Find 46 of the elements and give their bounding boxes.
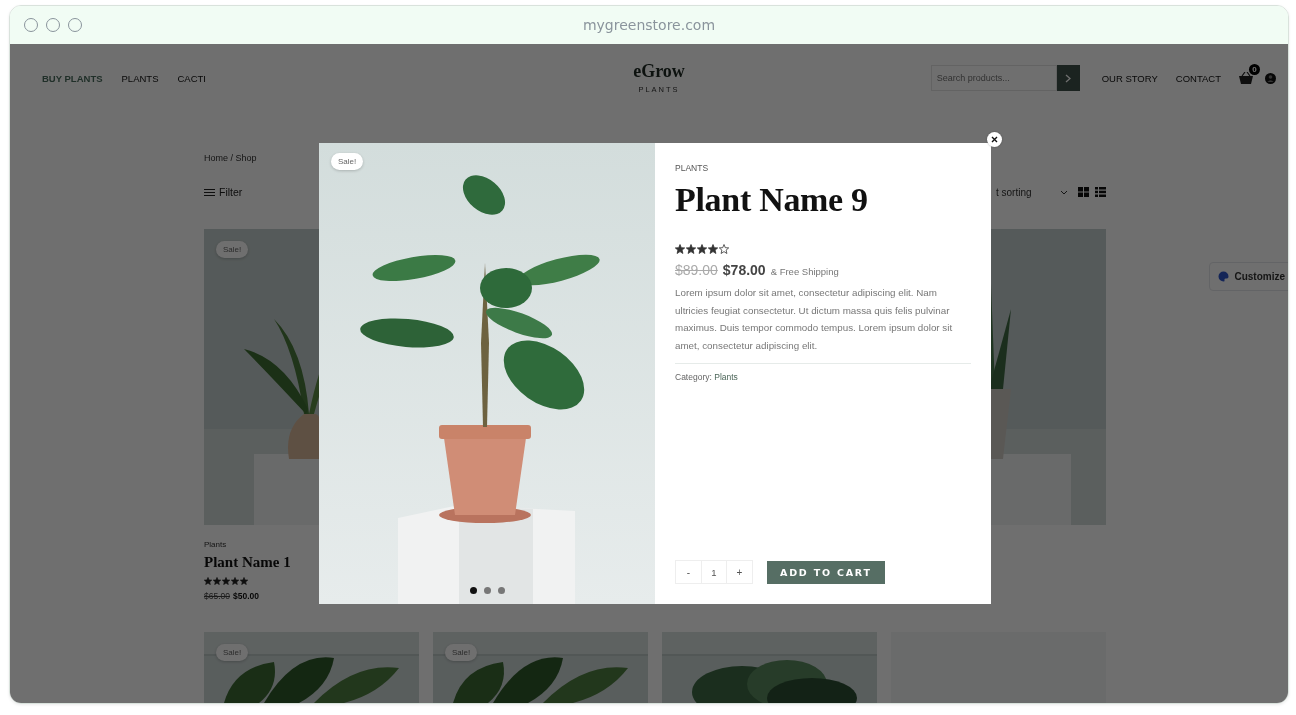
chevron-icon	[1064, 73, 1073, 83]
star-icon	[708, 244, 718, 255]
nav-link[interactable]: OUR STORY	[1101, 72, 1158, 84]
shipping-note: & Free Shipping	[770, 266, 839, 278]
category-label: Category:	[675, 372, 712, 383]
palette-icon	[1218, 271, 1230, 282]
nav-link[interactable]: PLANTS	[121, 72, 159, 84]
list-view-icon[interactable]	[1095, 187, 1106, 197]
sale-price: $78.00	[722, 262, 766, 279]
breadcrumb: Home / Shop	[204, 153, 257, 163]
star-icon	[675, 244, 685, 255]
close-icon	[991, 136, 998, 143]
star-icon	[719, 244, 729, 255]
filter-link[interactable]: Filter	[219, 186, 243, 198]
product-title[interactable]: Plant Name 1	[204, 554, 291, 571]
grid-view-icon[interactable]	[1078, 187, 1089, 197]
nav-link[interactable]: BUY PLANTS	[42, 72, 103, 84]
sale-badge: Sale!	[216, 241, 249, 258]
sort-dropdown[interactable]: t sorting	[996, 186, 1060, 198]
logo[interactable]: eGrow	[633, 62, 685, 80]
nav-link[interactable]: CACTI	[177, 72, 206, 84]
old-price: $65.00	[204, 591, 230, 601]
user-icon[interactable]	[1265, 72, 1276, 84]
basket-icon[interactable]	[1239, 72, 1253, 84]
star-icon	[686, 244, 696, 255]
customize-button[interactable]: Customize	[1209, 262, 1288, 291]
add-to-cart-button[interactable]: ADD TO CART	[767, 560, 885, 584]
sale-price: $50.00	[233, 591, 259, 601]
product-category: Plants	[204, 540, 227, 549]
category-link[interactable]: Plants	[714, 372, 738, 383]
quantity-field[interactable]: 1	[701, 561, 727, 583]
filter-icon[interactable]	[204, 187, 215, 197]
cart-count: 0	[1249, 64, 1260, 75]
chevron-down-icon[interactable]	[1060, 189, 1068, 195]
close-button[interactable]	[987, 132, 1002, 147]
old-price: $89.00	[675, 262, 718, 279]
sale-badge: Sale!	[445, 644, 478, 661]
product-description: Lorem ipsum dolor sit amet, consectetur adipiscing elit. Nam ultricies feugiat consectetur. Ut dictum massa quis felis pulvinar maximus. Duis tempor commodo tempus. Lorem ipsum dolor sit amet, consectetur adipiscing elit.	[675, 286, 954, 353]
star-icon	[697, 244, 707, 255]
product-title: Plant Name 9	[675, 181, 869, 219]
product-category: PLANTS	[675, 163, 710, 173]
quantity-stepper[interactable]: - 1 +	[675, 560, 753, 584]
sale-badge: Sale!	[216, 644, 249, 661]
address-bar[interactable]: mygreenstore.com	[582, 17, 716, 33]
nav-link[interactable]: CONTACT	[1175, 72, 1221, 84]
search-button[interactable]	[1056, 65, 1080, 91]
